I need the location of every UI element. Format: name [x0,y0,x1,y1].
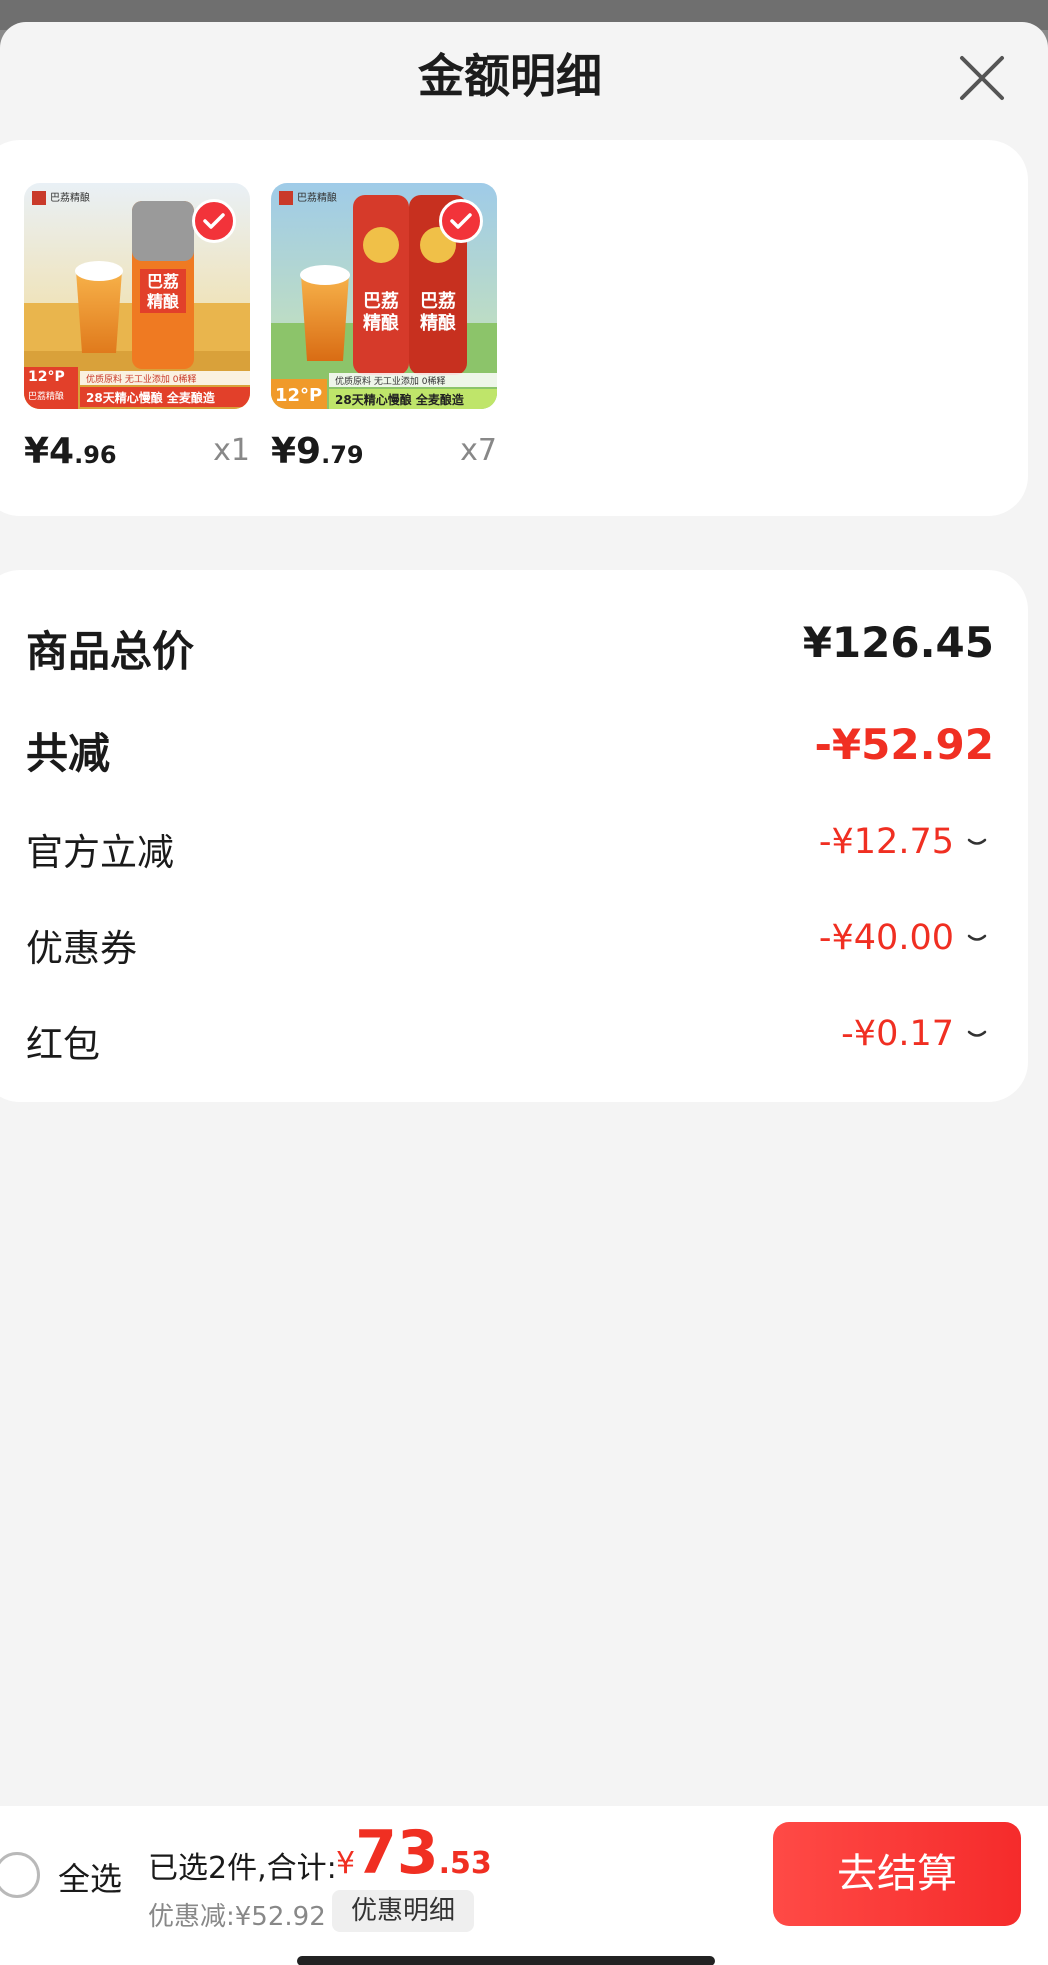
home-indicator[interactable] [297,1956,715,1965]
goods-total-label: 商品总价 [26,627,195,676]
selected-check-icon[interactable] [192,199,236,243]
svg-text:28天精心慢酿 全麦酿造: 28天精心慢酿 全麦酿造 [335,392,465,407]
svg-text:优质原料 无工业添加 0稀释: 优质原料 无工业添加 0稀释 [335,375,445,387]
discount-row-official[interactable]: 官方立减 -¥12.75 [26,822,994,882]
close-icon[interactable] [952,48,1012,108]
total-reduce-label: 共减 [26,729,111,778]
discount-label: 优惠券 [26,927,137,970]
discount-value: -¥40.00 [818,918,954,958]
svg-text:巴荔: 巴荔 [147,272,179,291]
product-quantity: x7 [460,433,497,468]
chevron-down-icon[interactable] [966,928,988,950]
discount-label: 红包 [26,1023,100,1066]
selected-check-icon[interactable] [439,199,483,243]
brand-logo-text: 巴荔精酿 [50,191,90,204]
svg-text:巴荔精酿: 巴荔精酿 [297,191,337,204]
svg-text:优质原料 无工业添加 0稀释: 优质原料 无工业添加 0稀释 [86,373,196,385]
select-all-label[interactable]: 全选 [58,1854,122,1900]
discount-value: -¥0.17 [841,1014,954,1054]
goods-total-row: 商品总价 ¥126.45 [26,618,994,678]
chevron-down-icon[interactable] [966,1024,988,1046]
svg-text:12°P: 12°P [28,369,65,385]
checkout-button[interactable]: 去结算 [773,1822,1021,1926]
svg-text:28天精心慢酿 全麦酿造: 28天精心慢酿 全麦酿造 [86,390,216,405]
discount-detail-button[interactable]: 优惠明细 [332,1890,474,1932]
selected-count-text: 已选2件,合计: [148,1851,337,1886]
product-image: 巴荔 精酿 巴荔 精酿 巴荔精酿 12°P 优质原料 无工业添加 0稀释 28天… [271,183,497,409]
total-price: ¥73.53 [336,1818,492,1888]
total-reduce-row: 共减 -¥52.92 [26,720,994,780]
product-quantity: x1 [213,433,250,468]
chevron-down-icon[interactable] [966,832,988,854]
goods-total-value: ¥126.45 [802,618,994,667]
product-price: ¥9.79 [271,431,364,472]
product-item[interactable]: 巴荔 精酿 巴荔 精酿 巴荔精酿 12°P 优质原料 无工业添加 0稀释 28天… [271,183,497,475]
product-item[interactable]: 巴荔 精酿 巴荔精酿 12°P 巴荔精酿 优质原料 无工业添加 0稀释 28天精… [24,183,250,475]
product-price: ¥4.96 [24,431,117,472]
svg-text:巴荔: 巴荔 [420,291,456,312]
svg-text:精酿: 精酿 [147,292,180,311]
sheet-title: 金额明细 [418,49,602,103]
svg-text:巴荔: 巴荔 [363,291,399,312]
discount-row-coupon[interactable]: 优惠券 -¥40.00 [26,918,994,978]
product-image: 巴荔 精酿 巴荔精酿 12°P 巴荔精酿 优质原料 无工业添加 0稀释 28天精… [24,183,250,409]
svg-text:12°P: 12°P [275,385,322,406]
discount-row-redpacket[interactable]: 红包 -¥0.17 [26,1014,994,1074]
svg-text:巴荔精酿: 巴荔精酿 [28,390,64,402]
svg-text:精酿: 精酿 [420,312,456,334]
svg-text:精酿: 精酿 [363,312,399,334]
discount-value: -¥12.75 [818,822,954,862]
discount-label: 官方立减 [26,831,174,874]
total-reduce-value: -¥52.92 [814,720,994,769]
discount-summary-text: 优惠减:¥52.92 [148,1902,326,1932]
